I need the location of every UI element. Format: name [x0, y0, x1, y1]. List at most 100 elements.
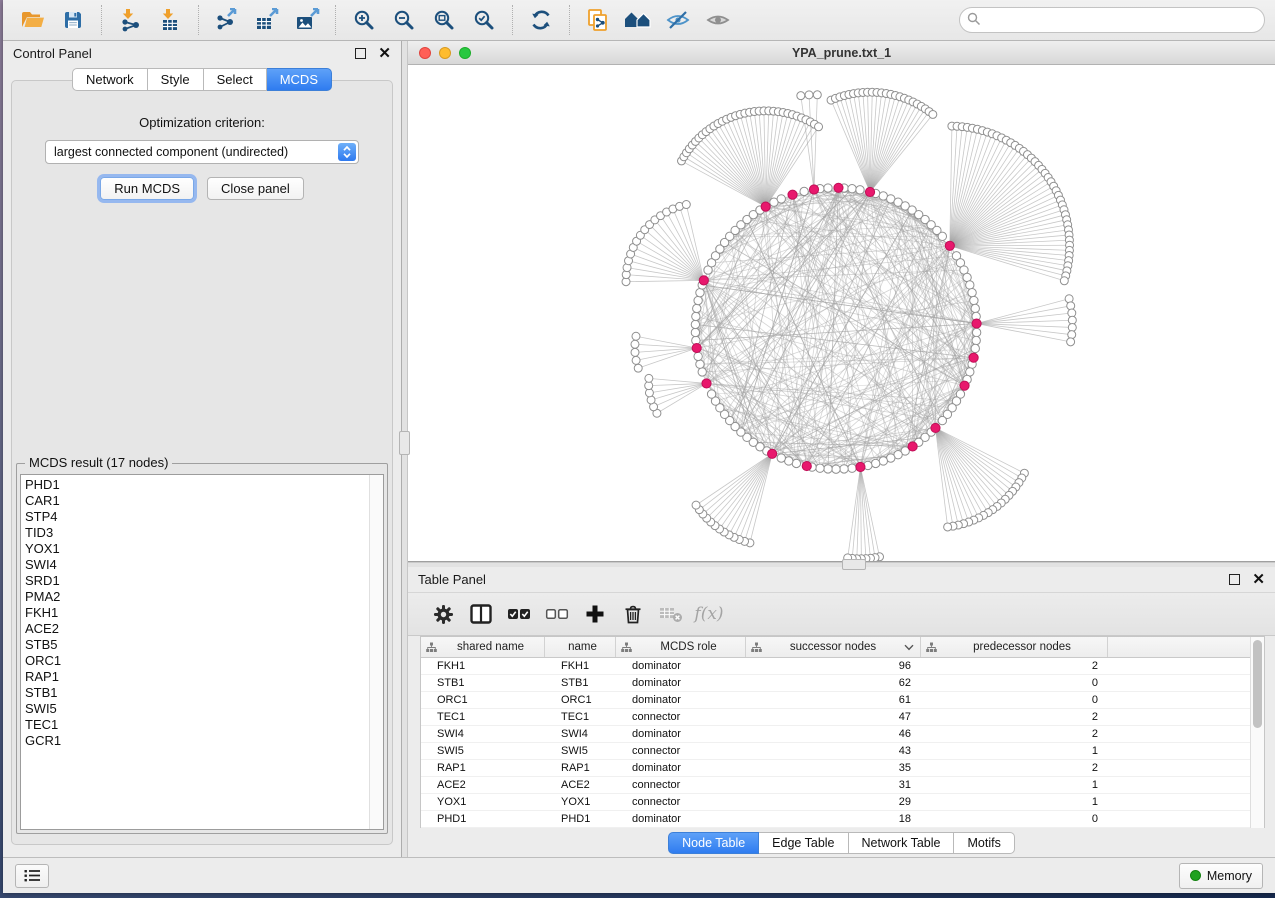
mcds-result-item[interactable]: SWI4	[25, 557, 369, 573]
tab-network[interactable]: Network	[72, 68, 148, 91]
cell-name[interactable]: SWI5	[545, 743, 616, 759]
delete-table-icon[interactable]	[656, 599, 686, 629]
mcds-result-item[interactable]: FKH1	[25, 605, 369, 621]
table-row[interactable]: SWI5SWI5connector431	[421, 743, 1250, 760]
float-panel-icon[interactable]	[355, 48, 366, 59]
cell-name[interactable]: ORC1	[545, 692, 616, 708]
cell-mcds_role[interactable]: dominator	[616, 692, 746, 708]
search-input[interactable]	[959, 7, 1265, 33]
close-panel-icon[interactable]: ✕	[1252, 572, 1265, 587]
tab-style[interactable]: Style	[148, 68, 204, 91]
cell-name[interactable]: TEC1	[545, 709, 616, 725]
optimization-criterion-select[interactable]: largest connected component (undirected)	[45, 140, 359, 164]
cell-name[interactable]: RAP1	[545, 760, 616, 776]
tab-mcds[interactable]: MCDS	[267, 68, 332, 91]
table-row[interactable]: STB1STB1dominator620	[421, 675, 1250, 692]
cell-name[interactable]: STB1	[545, 675, 616, 691]
mcds-result-item[interactable]: STB5	[25, 637, 369, 653]
table-row[interactable]: SWI4SWI4dominator462	[421, 726, 1250, 743]
cell-mcds_role[interactable]: connector	[616, 777, 746, 793]
mcds-result-item[interactable]: RAP1	[25, 669, 369, 685]
delete-column-trash-icon[interactable]	[618, 599, 648, 629]
show-all-eye-icon[interactable]	[701, 5, 735, 35]
new-network-from-selection-icon[interactable]	[581, 5, 615, 35]
mcds-result-item[interactable]: PMA2	[25, 589, 369, 605]
tab-select[interactable]: Select	[204, 68, 267, 91]
cell-mcds_role[interactable]: connector	[616, 794, 746, 810]
cell-successor_nodes[interactable]: 47	[746, 709, 921, 725]
open-session-icon[interactable]	[16, 5, 50, 35]
zoom-in-icon[interactable]	[347, 5, 381, 35]
cell-predecessor_nodes[interactable]: 0	[921, 811, 1108, 827]
close-panel-button[interactable]: Close panel	[207, 177, 304, 200]
cell-name[interactable]: FKH1	[545, 658, 616, 674]
table-row[interactable]: ACE2ACE2connector311	[421, 777, 1250, 794]
mcds-result-item[interactable]: STP4	[25, 509, 369, 525]
cell-successor_nodes[interactable]: 29	[746, 794, 921, 810]
cell-shared_name[interactable]: YOX1	[421, 794, 545, 810]
cell-predecessor_nodes[interactable]: 2	[921, 709, 1108, 725]
run-mcds-button[interactable]: Run MCDS	[100, 177, 194, 200]
cell-predecessor_nodes[interactable]: 1	[921, 794, 1108, 810]
cell-predecessor_nodes[interactable]: 2	[921, 658, 1108, 674]
cell-shared_name[interactable]: STB1	[421, 675, 545, 691]
mcds-result-item[interactable]: PHD1	[25, 477, 369, 493]
table-row[interactable]: TEC1TEC1connector472	[421, 709, 1250, 726]
cell-name[interactable]: SWI4	[545, 726, 616, 742]
cell-name[interactable]: ACE2	[545, 777, 616, 793]
cell-predecessor_nodes[interactable]: 2	[921, 726, 1108, 742]
table-row[interactable]: FKH1FKH1dominator962	[421, 658, 1250, 675]
cell-mcds_role[interactable]: dominator	[616, 726, 746, 742]
column-header-shared-name[interactable]: shared name	[421, 637, 545, 657]
cell-predecessor_nodes[interactable]: 1	[921, 743, 1108, 759]
cell-successor_nodes[interactable]: 35	[746, 760, 921, 776]
export-network-icon[interactable]	[210, 5, 244, 35]
add-column-plus-icon[interactable]	[580, 599, 610, 629]
column-header-name[interactable]: name	[545, 637, 616, 657]
save-session-icon[interactable]	[56, 5, 90, 35]
mcds-result-item[interactable]: GCR1	[25, 733, 369, 749]
zoom-fit-icon[interactable]	[427, 5, 461, 35]
close-panel-icon[interactable]: ✕	[378, 46, 391, 61]
mcds-result-item[interactable]: SRD1	[25, 573, 369, 589]
cell-successor_nodes[interactable]: 96	[746, 658, 921, 674]
float-panel-icon[interactable]	[1229, 574, 1240, 585]
memory-button[interactable]: Memory	[1179, 863, 1263, 889]
cell-shared_name[interactable]: TEC1	[421, 709, 545, 725]
cell-mcds_role[interactable]: dominator	[616, 675, 746, 691]
cell-mcds_role[interactable]: dominator	[616, 760, 746, 776]
cell-shared_name[interactable]: ORC1	[421, 692, 545, 708]
zoom-selected-icon[interactable]	[467, 5, 501, 35]
refresh-layout-icon[interactable]	[524, 5, 558, 35]
table-row[interactable]: YOX1YOX1connector291	[421, 794, 1250, 811]
export-image-icon[interactable]	[290, 5, 324, 35]
cell-predecessor_nodes[interactable]: 0	[921, 692, 1108, 708]
tab-edge-table[interactable]: Edge Table	[759, 832, 848, 854]
cell-successor_nodes[interactable]: 61	[746, 692, 921, 708]
cell-shared_name[interactable]: PHD1	[421, 811, 545, 827]
mcds-result-item[interactable]: STB1	[25, 685, 369, 701]
cell-successor_nodes[interactable]: 18	[746, 811, 921, 827]
mcds-result-item[interactable]: YOX1	[25, 541, 369, 557]
column-header-successor-nodes[interactable]: successor nodes	[746, 637, 921, 657]
cell-name[interactable]: PHD1	[545, 811, 616, 827]
import-table-icon[interactable]	[153, 5, 187, 35]
cell-successor_nodes[interactable]: 31	[746, 777, 921, 793]
cell-predecessor_nodes[interactable]: 0	[921, 675, 1108, 691]
table-vertical-scrollbar[interactable]	[1250, 637, 1264, 828]
import-network-icon[interactable]	[113, 5, 147, 35]
scrollbar-thumb[interactable]	[1253, 640, 1262, 728]
column-header-MCDS-role[interactable]: MCDS role	[616, 637, 746, 657]
task-history-button[interactable]	[15, 864, 49, 888]
cell-shared_name[interactable]: SWI5	[421, 743, 545, 759]
cell-predecessor_nodes[interactable]: 1	[921, 777, 1108, 793]
table-row[interactable]: ORC1ORC1dominator610	[421, 692, 1250, 709]
select-all-icon[interactable]	[504, 599, 534, 629]
mcds-result-item[interactable]: ACE2	[25, 621, 369, 637]
zoom-out-icon[interactable]	[387, 5, 421, 35]
cell-shared_name[interactable]: SWI4	[421, 726, 545, 742]
cell-mcds_role[interactable]: connector	[616, 743, 746, 759]
sort-chevron-icon[interactable]	[904, 644, 914, 651]
mcds-result-item[interactable]: CAR1	[25, 493, 369, 509]
tab-motifs[interactable]: Motifs	[954, 832, 1014, 854]
